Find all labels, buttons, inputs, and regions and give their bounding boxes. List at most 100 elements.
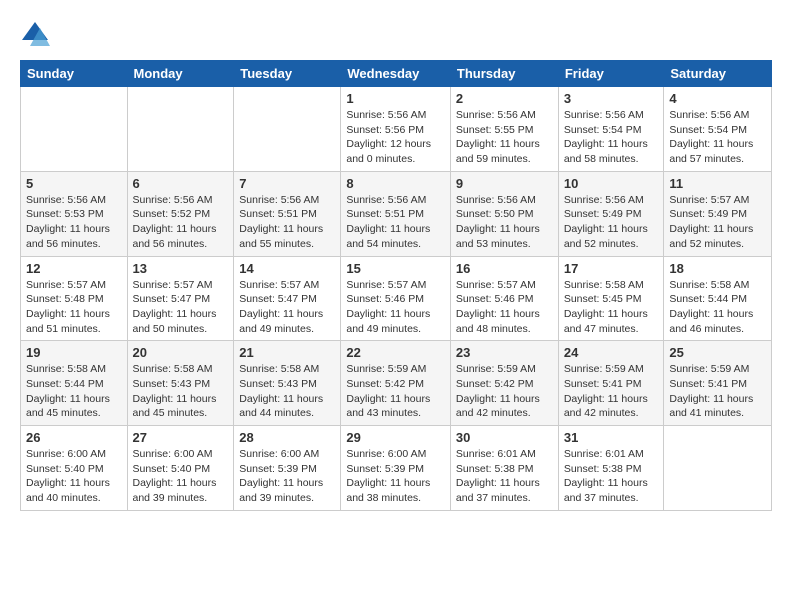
day-info: Sunrise: 5:57 AM Sunset: 5:48 PM Dayligh…: [26, 278, 122, 337]
day-info: Sunrise: 5:57 AM Sunset: 5:47 PM Dayligh…: [239, 278, 335, 337]
calendar-cell: 10 Sunrise: 5:56 AM Sunset: 5:49 PM Dayli…: [558, 171, 664, 256]
day-number: 11: [669, 176, 766, 191]
day-number: 24: [564, 345, 659, 360]
day-number: 30: [456, 430, 553, 445]
calendar-cell: 2 Sunrise: 5:56 AM Sunset: 5:55 PM Daylig…: [450, 87, 558, 172]
day-number: 7: [239, 176, 335, 191]
day-info: Sunrise: 5:58 AM Sunset: 5:44 PM Dayligh…: [26, 362, 122, 421]
calendar-cell: 24 Sunrise: 5:59 AM Sunset: 5:41 PM Dayli…: [558, 341, 664, 426]
day-number: 20: [133, 345, 229, 360]
day-number: 13: [133, 261, 229, 276]
day-number: 5: [26, 176, 122, 191]
calendar-cell: 16Sunrise: 5:57 AM Sunset: 5:46 PM Dayli…: [450, 256, 558, 341]
day-header-wednesday: Wednesday: [341, 61, 451, 87]
day-info: Sunrise: 5:59 AM Sunset: 5:41 PM Dayligh…: [564, 362, 659, 421]
calendar-week-row: 26 Sunrise: 6:00 AM Sunset: 5:40 PM Dayli…: [21, 426, 772, 511]
calendar-table: SundayMondayTuesdayWednesdayThursdayFrid…: [20, 60, 772, 511]
day-number: 1: [346, 91, 445, 106]
day-info: Sunrise: 6:01 AM Sunset: 5:38 PM Dayligh…: [564, 447, 659, 506]
calendar-cell: 9 Sunrise: 5:56 AM Sunset: 5:50 PM Daylig…: [450, 171, 558, 256]
logo: [20, 20, 54, 50]
calendar-cell: 6 Sunrise: 5:56 AM Sunset: 5:52 PM Daylig…: [127, 171, 234, 256]
day-info: Sunrise: 5:58 AM Sunset: 5:44 PM Dayligh…: [669, 278, 766, 337]
calendar-week-row: 1Sunrise: 5:56 AM Sunset: 5:56 PM Daylig…: [21, 87, 772, 172]
day-info: Sunrise: 5:58 AM Sunset: 5:43 PM Dayligh…: [239, 362, 335, 421]
calendar-cell: 20 Sunrise: 5:58 AM Sunset: 5:43 PM Dayli…: [127, 341, 234, 426]
calendar-week-row: 5 Sunrise: 5:56 AM Sunset: 5:53 PM Daylig…: [21, 171, 772, 256]
day-info: Sunrise: 5:59 AM Sunset: 5:42 PM Dayligh…: [456, 362, 553, 421]
day-number: 19: [26, 345, 122, 360]
day-number: 25: [669, 345, 766, 360]
day-info: Sunrise: 5:58 AM Sunset: 5:43 PM Dayligh…: [133, 362, 229, 421]
day-number: 27: [133, 430, 229, 445]
calendar-cell: 30 Sunrise: 6:01 AM Sunset: 5:38 PM Dayli…: [450, 426, 558, 511]
day-number: 9: [456, 176, 553, 191]
day-number: 14: [239, 261, 335, 276]
calendar-header-row: SundayMondayTuesdayWednesdayThursdayFrid…: [21, 61, 772, 87]
day-number: 2: [456, 91, 553, 106]
day-number: 12: [26, 261, 122, 276]
calendar-cell: 12 Sunrise: 5:57 AM Sunset: 5:48 PM Dayli…: [21, 256, 128, 341]
day-info: Sunrise: 5:57 AM Sunset: 5:47 PM Dayligh…: [133, 278, 229, 337]
calendar-cell: 11 Sunrise: 5:57 AM Sunset: 5:49 PM Dayli…: [664, 171, 772, 256]
day-info: Sunrise: 5:58 AM Sunset: 5:45 PM Dayligh…: [564, 278, 659, 337]
day-info: Sunrise: 5:56 AM Sunset: 5:53 PM Dayligh…: [26, 193, 122, 252]
day-info: Sunrise: 5:56 AM Sunset: 5:54 PM Dayligh…: [564, 108, 659, 167]
day-number: 18: [669, 261, 766, 276]
day-number: 31: [564, 430, 659, 445]
day-info: Sunrise: 5:56 AM Sunset: 5:51 PM Dayligh…: [239, 193, 335, 252]
calendar-cell: 7 Sunrise: 5:56 AM Sunset: 5:51 PM Daylig…: [234, 171, 341, 256]
day-info: Sunrise: 6:00 AM Sunset: 5:40 PM Dayligh…: [26, 447, 122, 506]
calendar-cell: 15 Sunrise: 5:57 AM Sunset: 5:46 PM Dayli…: [341, 256, 451, 341]
day-info: Sunrise: 6:00 AM Sunset: 5:39 PM Dayligh…: [346, 447, 445, 506]
day-header-saturday: Saturday: [664, 61, 772, 87]
day-number: 3: [564, 91, 659, 106]
calendar-cell: 1Sunrise: 5:56 AM Sunset: 5:56 PM Daylig…: [341, 87, 451, 172]
day-info: Sunrise: 5:56 AM Sunset: 5:52 PM Dayligh…: [133, 193, 229, 252]
day-header-monday: Monday: [127, 61, 234, 87]
day-number: 17: [564, 261, 659, 276]
day-header-sunday: Sunday: [21, 61, 128, 87]
calendar-cell: 28Sunrise: 6:00 AM Sunset: 5:39 PM Dayli…: [234, 426, 341, 511]
day-info: Sunrise: 5:56 AM Sunset: 5:55 PM Dayligh…: [456, 108, 553, 167]
day-info: Sunrise: 5:59 AM Sunset: 5:41 PM Dayligh…: [669, 362, 766, 421]
day-info: Sunrise: 6:01 AM Sunset: 5:38 PM Dayligh…: [456, 447, 553, 506]
calendar-cell: 25 Sunrise: 5:59 AM Sunset: 5:41 PM Dayli…: [664, 341, 772, 426]
calendar-cell: 22 Sunrise: 5:59 AM Sunset: 5:42 PM Dayli…: [341, 341, 451, 426]
day-number: 4: [669, 91, 766, 106]
calendar-cell: 27Sunrise: 6:00 AM Sunset: 5:40 PM Dayli…: [127, 426, 234, 511]
day-number: 29: [346, 430, 445, 445]
calendar-cell: 29 Sunrise: 6:00 AM Sunset: 5:39 PM Dayli…: [341, 426, 451, 511]
logo-icon: [20, 20, 50, 50]
calendar-cell: [127, 87, 234, 172]
day-number: 21: [239, 345, 335, 360]
calendar-week-row: 19 Sunrise: 5:58 AM Sunset: 5:44 PM Dayli…: [21, 341, 772, 426]
calendar-cell: [21, 87, 128, 172]
day-number: 10: [564, 176, 659, 191]
calendar-cell: 21 Sunrise: 5:58 AM Sunset: 5:43 PM Dayli…: [234, 341, 341, 426]
day-number: 23: [456, 345, 553, 360]
day-number: 26: [26, 430, 122, 445]
page-header: [20, 20, 772, 50]
day-number: 22: [346, 345, 445, 360]
day-info: Sunrise: 5:57 AM Sunset: 5:46 PM Dayligh…: [456, 278, 553, 337]
day-info: Sunrise: 5:57 AM Sunset: 5:49 PM Dayligh…: [669, 193, 766, 252]
calendar-cell: [234, 87, 341, 172]
day-header-friday: Friday: [558, 61, 664, 87]
day-info: Sunrise: 5:59 AM Sunset: 5:42 PM Dayligh…: [346, 362, 445, 421]
calendar-cell: 8 Sunrise: 5:56 AM Sunset: 5:51 PM Daylig…: [341, 171, 451, 256]
day-number: 8: [346, 176, 445, 191]
day-number: 28: [239, 430, 335, 445]
day-info: Sunrise: 5:56 AM Sunset: 5:50 PM Dayligh…: [456, 193, 553, 252]
day-number: 15: [346, 261, 445, 276]
calendar-week-row: 12 Sunrise: 5:57 AM Sunset: 5:48 PM Dayli…: [21, 256, 772, 341]
day-info: Sunrise: 5:56 AM Sunset: 5:51 PM Dayligh…: [346, 193, 445, 252]
calendar-cell: 23 Sunrise: 5:59 AM Sunset: 5:42 PM Dayli…: [450, 341, 558, 426]
day-info: Sunrise: 5:57 AM Sunset: 5:46 PM Dayligh…: [346, 278, 445, 337]
day-number: 6: [133, 176, 229, 191]
calendar-cell: 18 Sunrise: 5:58 AM Sunset: 5:44 PM Dayli…: [664, 256, 772, 341]
day-info: Sunrise: 5:56 AM Sunset: 5:54 PM Dayligh…: [669, 108, 766, 167]
day-header-tuesday: Tuesday: [234, 61, 341, 87]
calendar-cell: 17 Sunrise: 5:58 AM Sunset: 5:45 PM Dayli…: [558, 256, 664, 341]
day-info: Sunrise: 5:56 AM Sunset: 5:49 PM Dayligh…: [564, 193, 659, 252]
